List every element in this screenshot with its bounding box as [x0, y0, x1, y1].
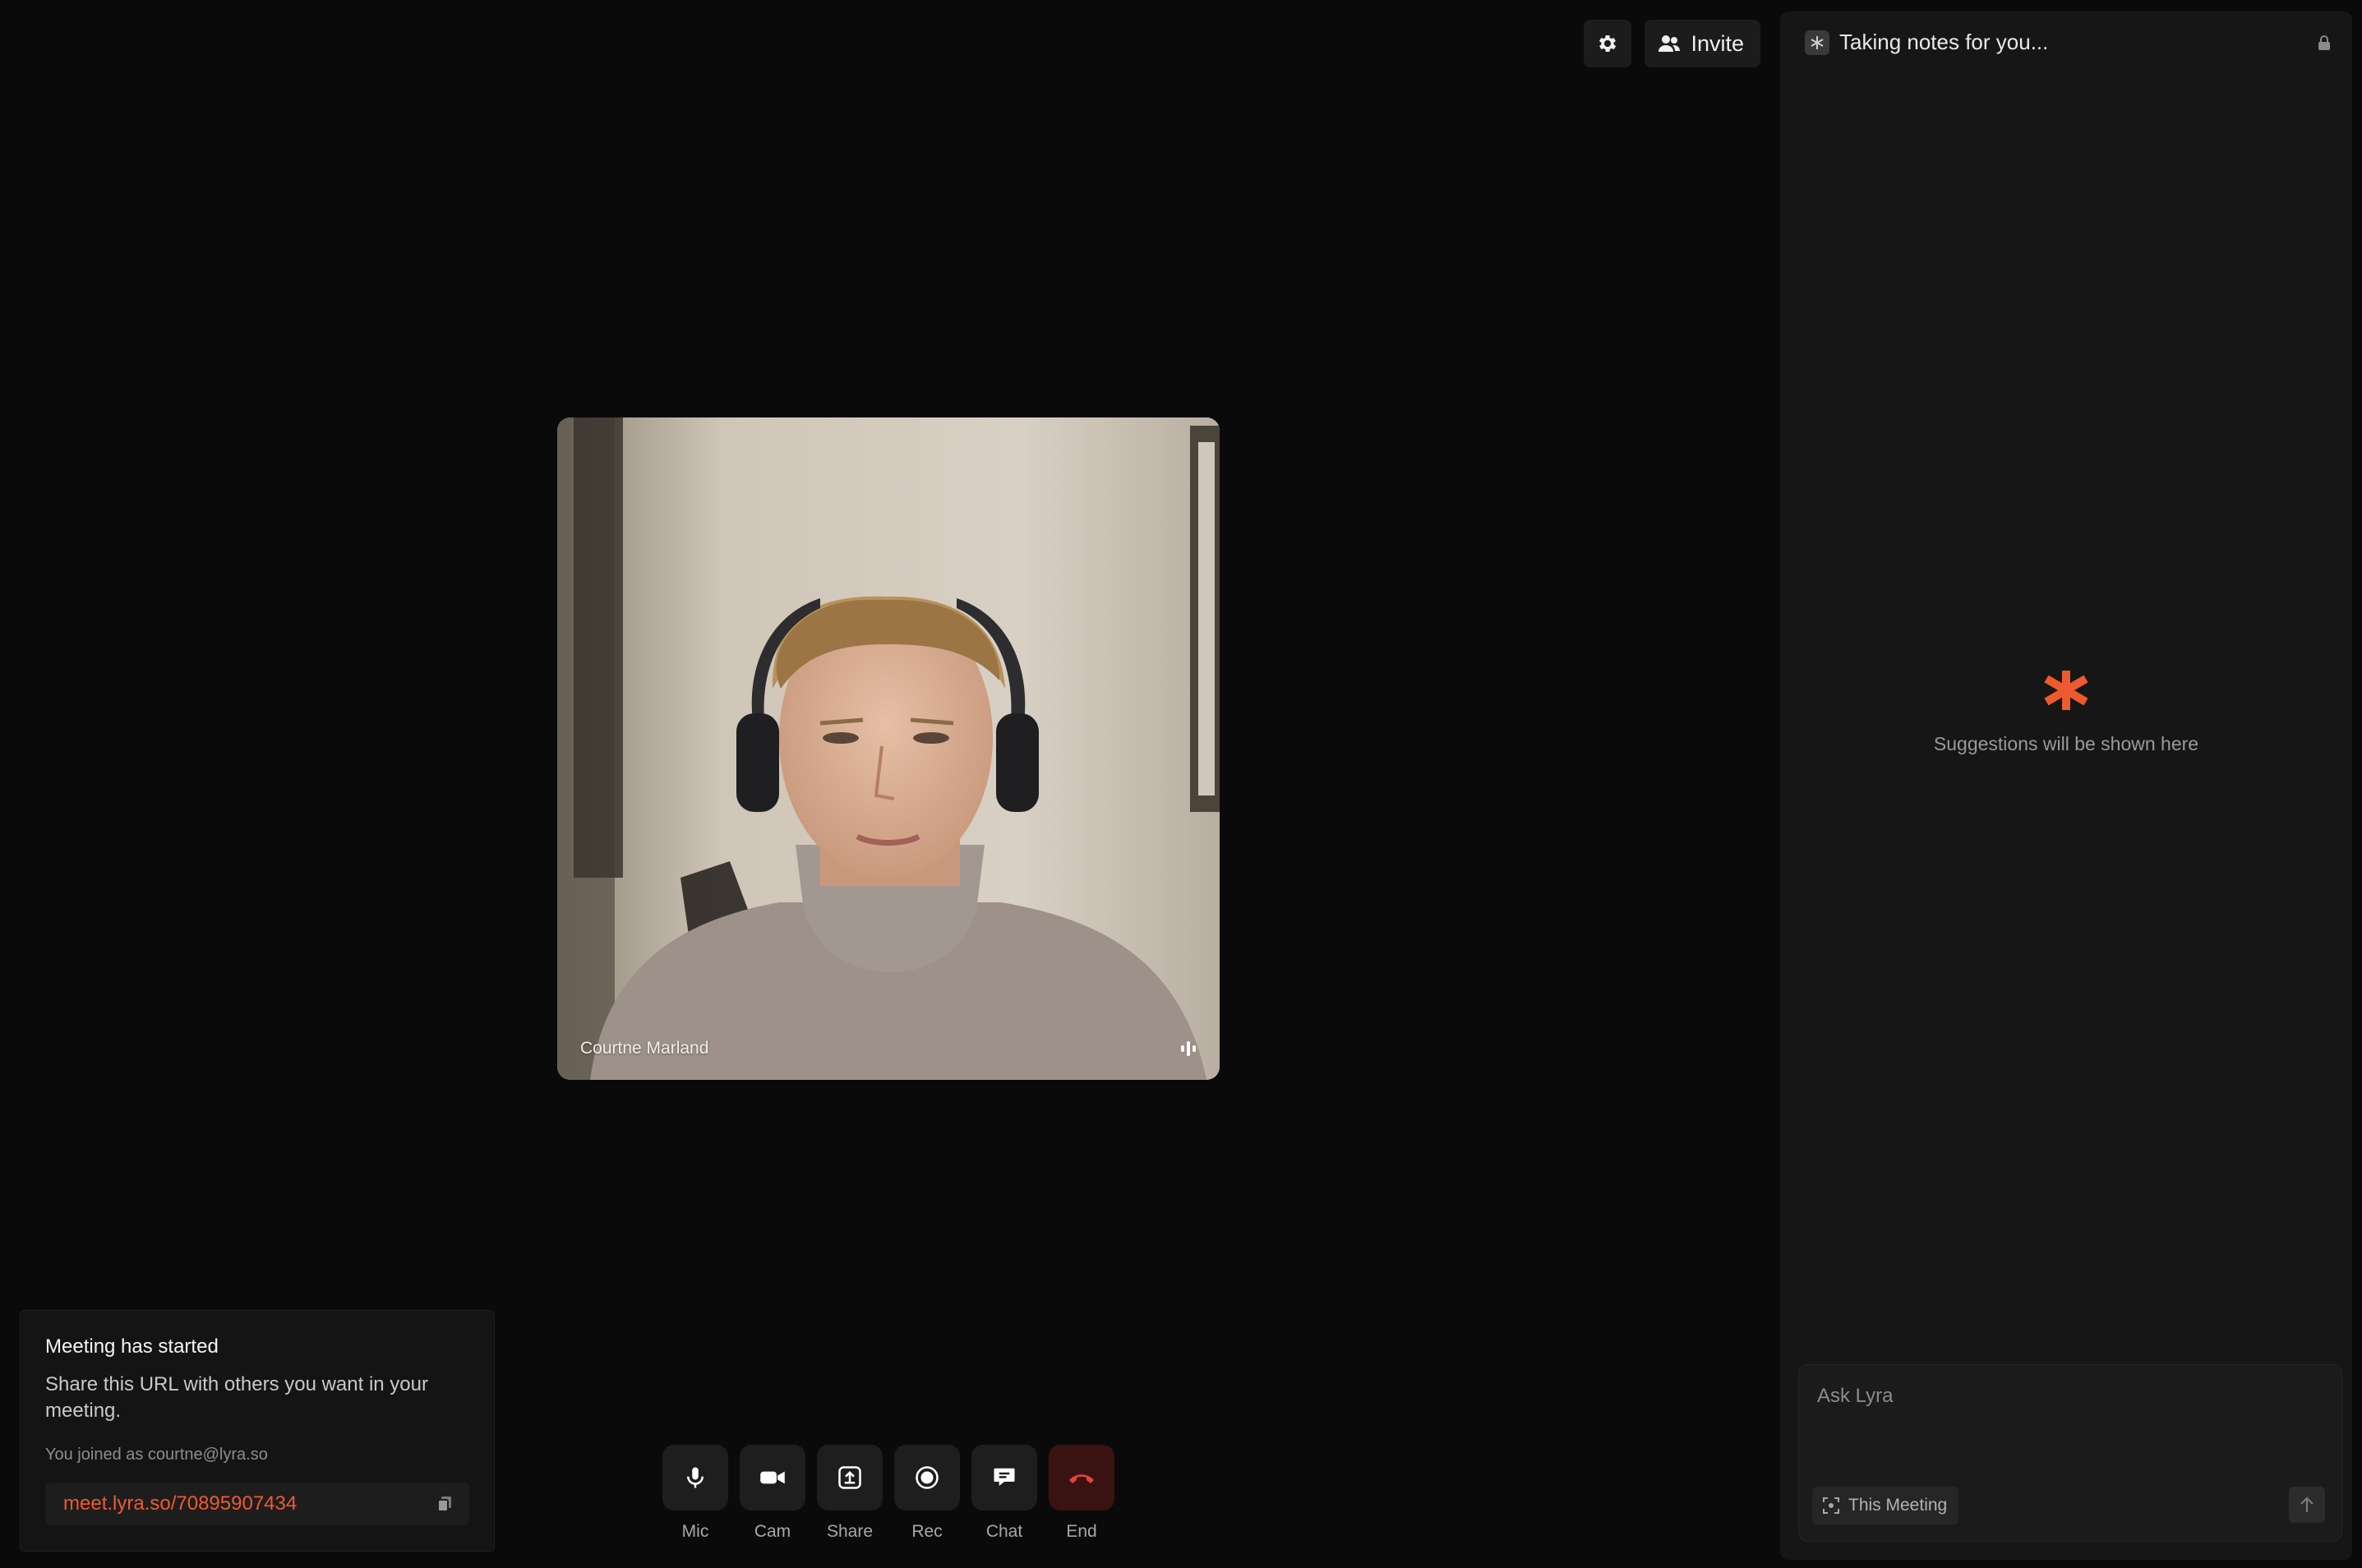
invite-label: Invite — [1691, 30, 1744, 56]
record-button[interactable] — [894, 1445, 960, 1510]
suggestions-placeholder: Suggestions will be shown here — [1933, 733, 2199, 754]
mic-button[interactable] — [662, 1445, 728, 1510]
call-controls: Mic Cam Share Rec Chat End — [662, 1445, 1114, 1542]
suggestions-empty-state: Suggestions will be shown here — [1780, 669, 2352, 755]
end-call-button[interactable] — [1049, 1445, 1114, 1510]
cam-control: Cam — [740, 1445, 805, 1542]
participant-video-feed — [557, 417, 1220, 1080]
cam-button[interactable] — [740, 1445, 805, 1510]
asterisk-icon — [2044, 671, 2088, 710]
notes-logo-icon — [1805, 30, 1829, 55]
settings-button[interactable] — [1584, 20, 1632, 67]
participant-name: Courtne Marland — [580, 1039, 709, 1058]
mic-label: Mic — [681, 1522, 709, 1541]
arrow-up-icon — [2300, 1497, 2314, 1512]
send-button[interactable] — [2289, 1487, 2325, 1523]
mic-control: Mic — [662, 1445, 728, 1542]
record-icon — [916, 1466, 939, 1489]
chat-control: Chat — [971, 1445, 1037, 1542]
rec-control: Rec — [894, 1445, 960, 1542]
panel-title: Taking notes for you... — [1839, 30, 2049, 54]
hang-up-icon — [1069, 1474, 1094, 1483]
scope-selector[interactable]: This Meeting — [1812, 1487, 1959, 1524]
audio-level-icon — [1181, 1041, 1196, 1056]
panel-header: Taking notes for you... — [1805, 30, 2048, 55]
meeting-started-toast: Meeting has started Share this URL with … — [20, 1310, 495, 1552]
share-control: Share — [817, 1445, 883, 1542]
scope-label: This Meeting — [1848, 1496, 1948, 1515]
invite-button[interactable]: Invite — [1645, 20, 1760, 67]
toast-title: Meeting has started — [45, 1335, 219, 1358]
meeting-url-field[interactable]: meet.lyra.so/70895907434 — [45, 1483, 469, 1525]
gear-icon — [1599, 35, 1617, 53]
meeting-stage: Invite Courtne Marland Meeting has start… — [0, 0, 1780, 1568]
copy-icon[interactable] — [436, 1495, 453, 1513]
rec-label: Rec — [911, 1522, 943, 1541]
microphone-icon — [687, 1467, 704, 1488]
joined-as-text: You joined as courtne@lyra.so — [45, 1446, 268, 1464]
top-toolbar: Invite — [1584, 20, 1760, 67]
ask-lyra-input[interactable] — [1817, 1385, 2310, 1408]
ask-lyra-box: This Meeting — [1798, 1364, 2342, 1542]
camera-icon — [760, 1471, 785, 1484]
toast-body: Share this URL with others you want in y… — [45, 1373, 428, 1422]
share-label: Share — [826, 1522, 874, 1541]
scope-icon — [1823, 1497, 1839, 1514]
end-control: End — [1049, 1445, 1114, 1542]
share-screen-icon — [838, 1466, 861, 1489]
notes-panel: Taking notes for you... Suggestions will… — [1780, 12, 2352, 1560]
chat-label: Chat — [985, 1522, 1023, 1541]
end-label: End — [1066, 1522, 1097, 1541]
lock-icon — [2318, 35, 2330, 50]
meeting-url[interactable]: meet.lyra.so/70895907434 — [63, 1492, 297, 1515]
cam-label: Cam — [754, 1522, 791, 1541]
share-button[interactable] — [817, 1445, 883, 1510]
participant-video-tile[interactable]: Courtne Marland — [557, 417, 1220, 1080]
chat-button[interactable] — [971, 1445, 1037, 1510]
users-icon — [1658, 35, 1681, 52]
chat-icon — [994, 1468, 1015, 1486]
